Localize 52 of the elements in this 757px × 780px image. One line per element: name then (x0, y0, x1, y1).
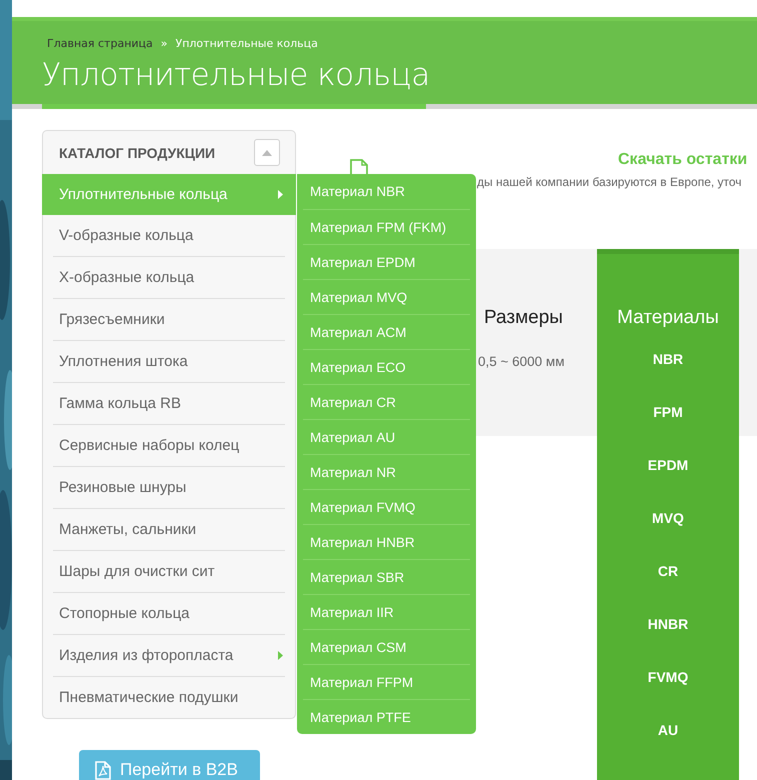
material-name: FVMQ (648, 669, 688, 687)
catalog-item[interactable]: Резиновые шнуры (43, 467, 295, 508)
arrow-right-icon (278, 651, 283, 660)
submenu-item[interactable]: Материал ECO (303, 349, 470, 384)
arrow-right-icon (278, 190, 283, 199)
collapse-button[interactable] (254, 139, 280, 166)
catalog-item[interactable]: Пневматические подушки (43, 677, 295, 718)
download-link[interactable]: Скачать остатки (618, 151, 748, 169)
b2b-button[interactable]: Перейти в B2B (79, 750, 260, 780)
submenu-item[interactable]: Материал IIR (303, 594, 470, 629)
submenu-item[interactable]: Материал FVMQ (303, 489, 470, 524)
submenu-item[interactable]: Материал MVQ (303, 279, 470, 314)
catalog-title: КАТАЛОГ ПРОДУКЦИИ (59, 144, 216, 160)
size-range: 0,5 ~ 6000 мм (478, 354, 566, 369)
description-text: ды нашей компании базируются в Европе, уточ (477, 175, 742, 189)
caret-up-icon (262, 150, 272, 156)
column-heading: Размеры (483, 307, 564, 329)
submenu-item[interactable]: Материал CSM (303, 629, 470, 664)
submenu-item[interactable]: Материал EPDM (303, 244, 470, 279)
breadcrumb-separator: » (160, 37, 168, 50)
catalog-item[interactable]: Изделия из фторопласта (43, 635, 295, 676)
page-title: Уплотнительные кольца (42, 56, 431, 94)
material-name: HNBR (648, 616, 688, 634)
catalog-item[interactable]: Уплотнительные кольца (42, 174, 296, 215)
submenu-item[interactable]: Материал SBR (303, 559, 470, 594)
material-name: NBR (652, 351, 684, 369)
catalog-item[interactable]: Гамма кольца RB (43, 383, 295, 424)
material-name: CR (658, 563, 678, 581)
catalog-item[interactable]: X-образные кольца (43, 257, 295, 298)
submenu-item[interactable]: Материал CR (303, 384, 470, 419)
catalog-item[interactable]: Уплотнения штока (43, 341, 295, 382)
pdf-file-icon (95, 760, 111, 780)
submenu-item[interactable]: Материал NBR (303, 174, 470, 209)
material-name: AU (658, 722, 678, 740)
catalog-item[interactable]: Манжеты, сальники (43, 509, 295, 550)
submenu-item[interactable]: Материал NR (303, 454, 470, 489)
catalog-item[interactable]: V-образные кольца (43, 215, 295, 256)
submenu-item[interactable]: Материал FFPM (303, 664, 470, 699)
catalog-item[interactable]: Стопорные кольца (43, 593, 295, 634)
material-name: FPM (653, 404, 683, 422)
submenu-item[interactable]: Материал ACM (303, 314, 470, 349)
material-name: MVQ (652, 510, 684, 528)
breadcrumb-link[interactable]: Главная страница (47, 37, 153, 50)
submenu-item[interactable]: Материал HNBR (303, 524, 470, 559)
catalog-item[interactable]: Шары для очистки сит (43, 551, 295, 592)
catalog-item[interactable]: Грязесъемники (43, 299, 295, 340)
breadcrumb-current: Уплотнительные кольца (176, 37, 318, 50)
column-heading: Материалы (617, 307, 719, 329)
submenu-item[interactable]: Материал AU (303, 419, 470, 454)
submenu-item[interactable]: Материал FPM (FKM) (303, 209, 470, 244)
catalog-item[interactable]: Сервисные наборы колец (43, 425, 295, 466)
material-name: EPDM (648, 457, 688, 475)
